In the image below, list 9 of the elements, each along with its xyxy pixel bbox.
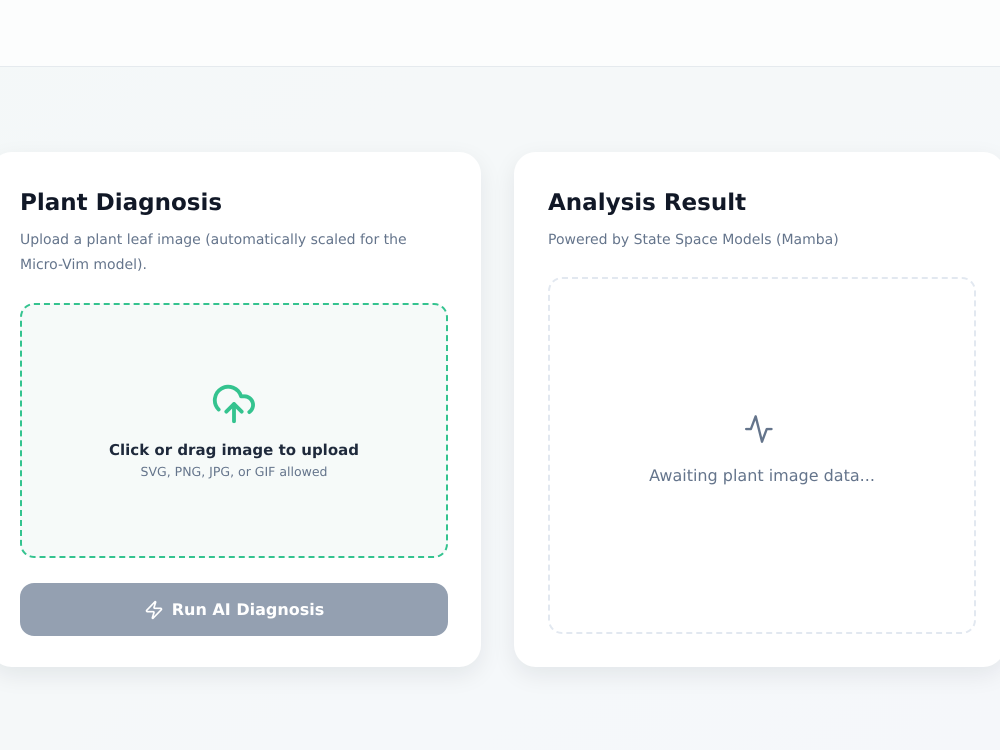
card-description: Upload a plant leaf image (automatically scaled for the Micro-Vim model). <box>20 231 408 275</box>
card-subtitle: Powered by State Space Models (Mamba) <box>548 231 840 250</box>
lightning-icon <box>144 600 164 620</box>
upload-label: Click or drag image to upload <box>109 440 359 461</box>
card-title: Plant Diagnosis <box>20 189 224 218</box>
empty-message: Awaiting plant image data... <box>649 464 875 486</box>
upload-hint: SVG, PNG, JPG, or GIF allowed <box>140 463 328 482</box>
upload-dropzone[interactable]: Click or drag image to upload SVG, PNG, JPG, or GIF allowed <box>20 303 448 558</box>
card-title: Analysis Result <box>548 189 748 218</box>
